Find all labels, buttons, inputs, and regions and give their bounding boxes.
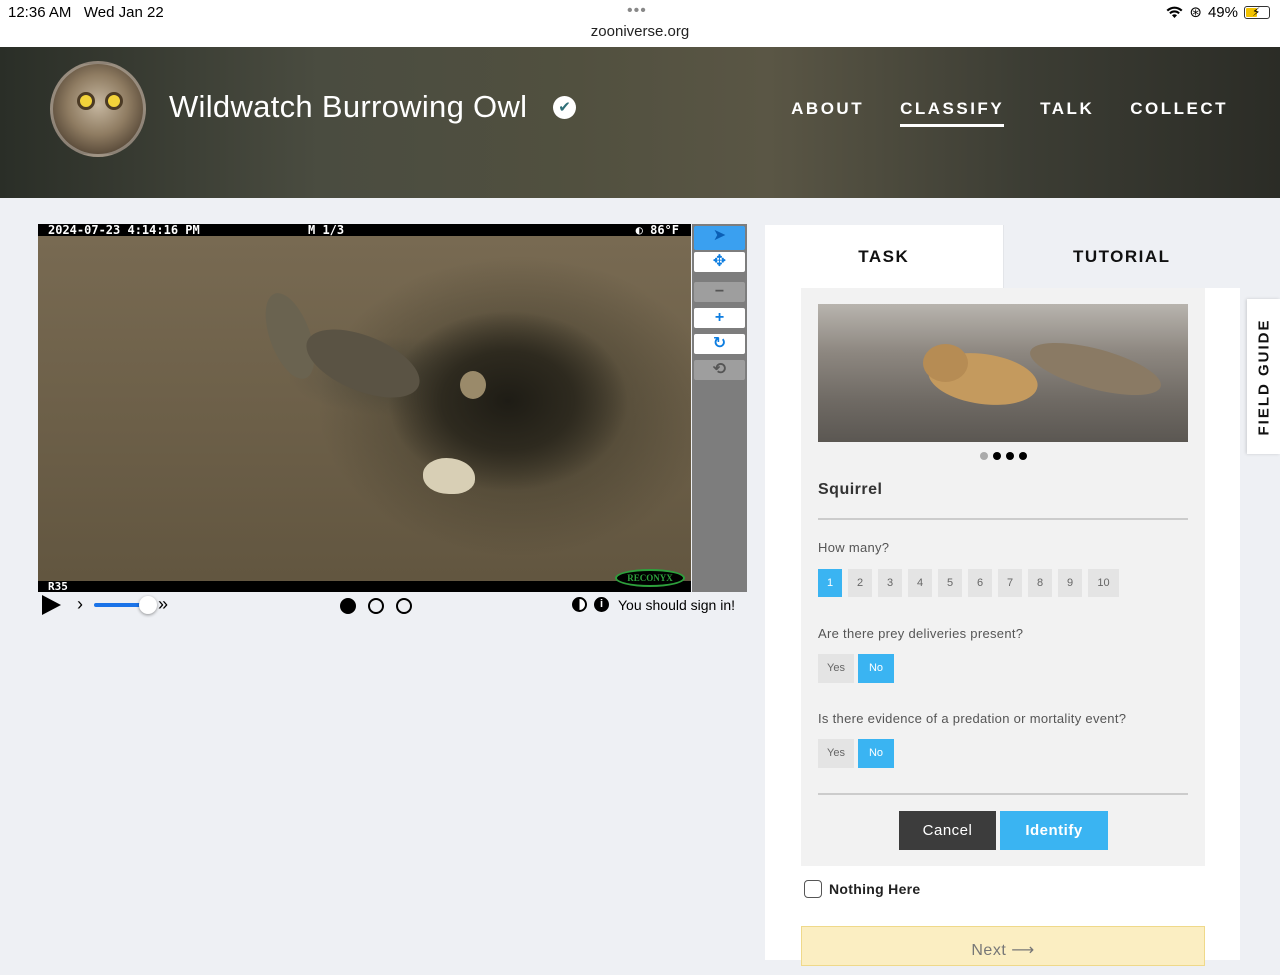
sign-in-message: You should sign in!: [618, 597, 736, 613]
nav-collect[interactable]: COLLECT: [1130, 99, 1228, 127]
count-option-2[interactable]: 2: [848, 569, 872, 597]
camera-info-strip: 2024-07-23 4:14:16 PM M 1/3 ◐ 86°F: [38, 224, 691, 236]
nothing-here-checkbox[interactable]: [804, 880, 822, 898]
rock: [423, 458, 475, 494]
subject-image[interactable]: [38, 236, 691, 581]
nothing-here-option[interactable]: Nothing Here: [804, 880, 921, 898]
camera-footer-strip: R35: [38, 581, 691, 592]
project-nav: ABOUT CLASSIFY TALK COLLECT: [791, 99, 1228, 127]
rock: [460, 371, 486, 399]
pointer-icon[interactable]: ➤: [694, 226, 745, 250]
battery-percent: 49%: [1207, 3, 1238, 21]
how-many-label: How many?: [818, 540, 890, 555]
task-panel: TASK TUTORIAL Squirrel How many? 1 2 3 4…: [765, 225, 1240, 966]
how-many-options: 1 2 3 4 5 6 7 8 9 10: [818, 569, 1119, 597]
frame-dot-3[interactable]: [396, 598, 412, 614]
divider: [818, 518, 1188, 520]
count-option-10[interactable]: 10: [1088, 569, 1119, 597]
count-option-7[interactable]: 7: [998, 569, 1022, 597]
project-avatar[interactable]: [50, 61, 146, 157]
count-option-1[interactable]: 1: [818, 569, 842, 597]
camera-sequence: M 1/3: [308, 223, 345, 237]
identify-button[interactable]: Identify: [1000, 811, 1108, 850]
frame-dot-1[interactable]: [340, 598, 356, 614]
wifi-icon: [1166, 6, 1183, 18]
nav-about[interactable]: ABOUT: [791, 99, 864, 127]
count-option-8[interactable]: 8: [1028, 569, 1052, 597]
divider: [818, 793, 1188, 795]
predation-yes-button[interactable]: Yes: [818, 739, 854, 768]
nothing-here-label: Nothing Here: [829, 881, 921, 897]
prey-yes-button[interactable]: Yes: [818, 654, 854, 683]
nav-classify[interactable]: CLASSIFY: [900, 99, 1005, 127]
carousel-dot[interactable]: [979, 452, 988, 460]
zoom-in-icon[interactable]: +: [694, 308, 745, 328]
frame-dot-2[interactable]: [368, 598, 384, 614]
faster-chevron-icon[interactable]: »: [158, 594, 168, 615]
count-option-5[interactable]: 5: [938, 569, 962, 597]
squirrel-figure: [297, 315, 429, 412]
predation-answers: Yes No: [818, 739, 894, 768]
carousel-dot[interactable]: [1018, 452, 1027, 460]
camera-timestamp: 2024-07-23 4:14:16 PM: [48, 223, 200, 237]
battery-charging-icon: ⚡: [1244, 5, 1270, 19]
carousel-dot[interactable]: [1005, 452, 1014, 460]
status-time: 12:36 AM Wed Jan 22: [8, 4, 164, 21]
speed-slider-thumb[interactable]: [139, 596, 157, 614]
rotate-icon[interactable]: ↻: [694, 334, 745, 354]
tab-task[interactable]: TASK: [765, 225, 1003, 288]
project-header: Wildwatch Burrowing Owl ✔ ABOUT CLASSIFY…: [0, 47, 1280, 198]
prey-question: Are there prey deliveries present?: [818, 626, 1024, 641]
predation-no-button[interactable]: No: [858, 739, 894, 768]
info-icon[interactable]: i: [594, 597, 609, 612]
cancel-button[interactable]: Cancel: [899, 811, 996, 850]
carousel-dot[interactable]: [992, 452, 1001, 460]
panel-tabs: TASK TUTORIAL: [765, 225, 1240, 288]
orientation-lock-icon: ⊛: [1189, 4, 1202, 21]
nav-talk[interactable]: TALK: [1040, 99, 1094, 127]
count-option-4[interactable]: 4: [908, 569, 932, 597]
camera-id: R35: [48, 580, 68, 593]
play-icon[interactable]: [42, 595, 61, 615]
image-toolbar: ➤ ✥ − + ↻ ⟲: [692, 224, 747, 592]
reset-icon[interactable]: ⟲: [694, 360, 745, 380]
zoom-out-icon[interactable]: −: [694, 282, 745, 302]
field-guide-tab[interactable]: FIELD GUIDE: [1247, 299, 1280, 454]
camera-brand-logo: RECONYX: [615, 569, 685, 587]
slower-chevron-icon[interactable]: ›: [77, 594, 83, 615]
move-icon[interactable]: ✥: [694, 252, 745, 272]
species-name: Squirrel: [818, 481, 883, 498]
verified-check-icon: ✔: [553, 96, 576, 119]
species-detail: Squirrel How many? 1 2 3 4 5 6 7 8 9 10 …: [801, 288, 1205, 866]
image-carousel-dots[interactable]: [801, 452, 1205, 460]
camera-temperature: ◐ 86°F: [635, 223, 679, 237]
predation-question: Is there evidence of a predation or mort…: [818, 711, 1127, 726]
prey-answers: Yes No: [818, 654, 894, 683]
multitask-dots-icon[interactable]: •••: [627, 2, 647, 20]
project-title[interactable]: Wildwatch Burrowing Owl: [169, 89, 527, 125]
count-option-3[interactable]: 3: [878, 569, 902, 597]
tab-tutorial[interactable]: TUTORIAL: [1002, 225, 1240, 288]
next-button[interactable]: Next ⟶: [801, 926, 1205, 966]
subject-viewer[interactable]: 2024-07-23 4:14:16 PM M 1/3 ◐ 86°F R35 R…: [38, 224, 691, 592]
species-example-image[interactable]: [818, 304, 1188, 442]
count-option-6[interactable]: 6: [968, 569, 992, 597]
status-indicators: ⊛ 49% ⚡: [1166, 3, 1270, 21]
contrast-icon[interactable]: [572, 597, 587, 612]
prey-no-button[interactable]: No: [858, 654, 894, 683]
status-bar: 12:36 AM Wed Jan 22 ••• zooniverse.org ⊛…: [0, 0, 1280, 47]
field-guide-label: FIELD GUIDE: [1255, 317, 1272, 436]
url-bar[interactable]: zooniverse.org: [0, 23, 1280, 40]
count-option-9[interactable]: 9: [1058, 569, 1082, 597]
